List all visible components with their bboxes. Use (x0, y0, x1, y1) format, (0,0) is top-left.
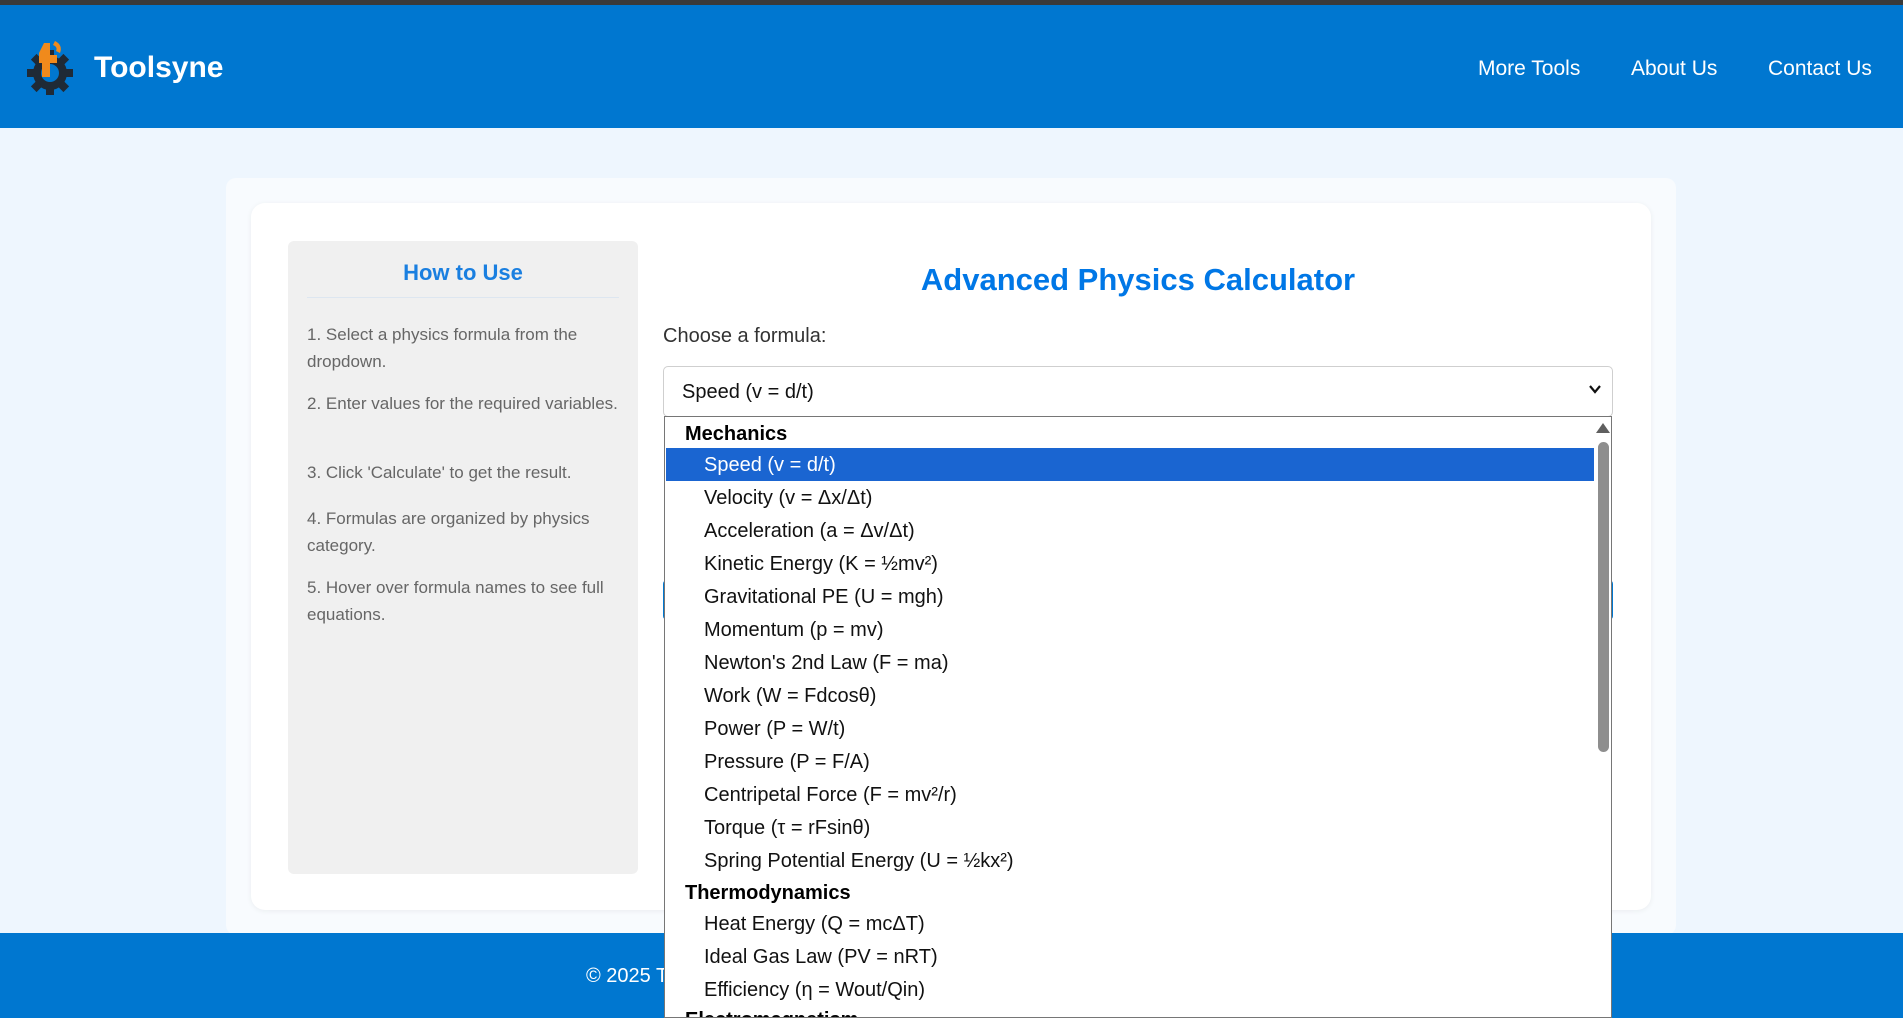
formula-dropdown-list[interactable]: Mechanics Speed (v = d/t) Velocity (v = … (664, 416, 1612, 1018)
option-momentum[interactable]: Momentum (p = mv) (666, 613, 1594, 646)
option-speed[interactable]: Speed (v = d/t) (666, 448, 1594, 481)
option-gravitational-pe[interactable]: Gravitational PE (U = mgh) (666, 580, 1594, 613)
option-ideal-gas-law[interactable]: Ideal Gas Law (PV = nRT) (666, 940, 1594, 973)
optgroup-electromagnetism: Electromagnetism (685, 1009, 858, 1017)
option-acceleration[interactable]: Acceleration (a = Δv/Δt) (666, 514, 1594, 547)
formula-select-value: Speed (v = d/t) (682, 381, 814, 403)
formula-select[interactable]: Speed (v = d/t) (663, 366, 1613, 417)
how-to-use-title: How to Use (403, 260, 523, 285)
how-to-use-panel: How to Use 1. Select a physics formula f… (288, 241, 638, 874)
footer-copyright: © 2025 T (586, 965, 669, 987)
chevron-down-icon (1589, 385, 1601, 394)
how-to-step-4: 4. Formulas are organized by physics cat… (307, 509, 590, 555)
brand-name[interactable]: Toolsyne (94, 51, 223, 85)
how-to-use-divider (307, 297, 619, 298)
option-heat-energy[interactable]: Heat Energy (Q = mcΔT) (666, 907, 1594, 940)
option-work[interactable]: Work (W = Fdcosθ) (666, 679, 1594, 712)
nav-about-us[interactable]: About Us (1631, 57, 1717, 81)
optgroup-thermodynamics: Thermodynamics (685, 882, 851, 904)
dropdown-scroll-thumb[interactable] (1598, 442, 1609, 752)
option-power[interactable]: Power (P = W/t) (666, 712, 1594, 745)
option-centripetal-force[interactable]: Centripetal Force (F = mv²/r) (666, 778, 1594, 811)
option-torque[interactable]: Torque (τ = rFsinθ) (666, 811, 1594, 844)
option-kinetic-energy[interactable]: Kinetic Energy (K = ½mv²) (666, 547, 1594, 580)
how-to-step-1: 1. Select a physics formula from the dro… (307, 325, 578, 371)
optgroup-mechanics: Mechanics (685, 423, 788, 445)
how-to-step-5: 5. Hover over formula names to see full … (307, 578, 604, 624)
formula-select-label: Choose a formula: (663, 325, 827, 347)
scroll-up-arrow-icon[interactable] (1596, 423, 1610, 433)
nav-contact-us[interactable]: Contact Us (1768, 57, 1872, 81)
how-to-step-2: 2. Enter values for the required variabl… (307, 394, 618, 413)
option-newtons-2nd-law[interactable]: Newton's 2nd Law (F = ma) (666, 646, 1594, 679)
page-title: Advanced Physics Calculator (920, 262, 1356, 297)
option-pressure[interactable]: Pressure (P = F/A) (666, 745, 1594, 778)
option-efficiency[interactable]: Efficiency (η = Wout/Qin) (666, 973, 1594, 1006)
how-to-step-3: 3. Click 'Calculate' to get the result. (307, 463, 572, 482)
nav-more-tools[interactable]: More Tools (1478, 57, 1580, 81)
tool-gear-logo-icon[interactable] (27, 39, 73, 95)
option-spring-potential-energy[interactable]: Spring Potential Energy (U = ½kx²) (666, 844, 1594, 877)
site-header: Toolsyne More Tools About Us Contact Us (0, 5, 1903, 128)
option-velocity[interactable]: Velocity (v = Δx/Δt) (666, 481, 1594, 514)
